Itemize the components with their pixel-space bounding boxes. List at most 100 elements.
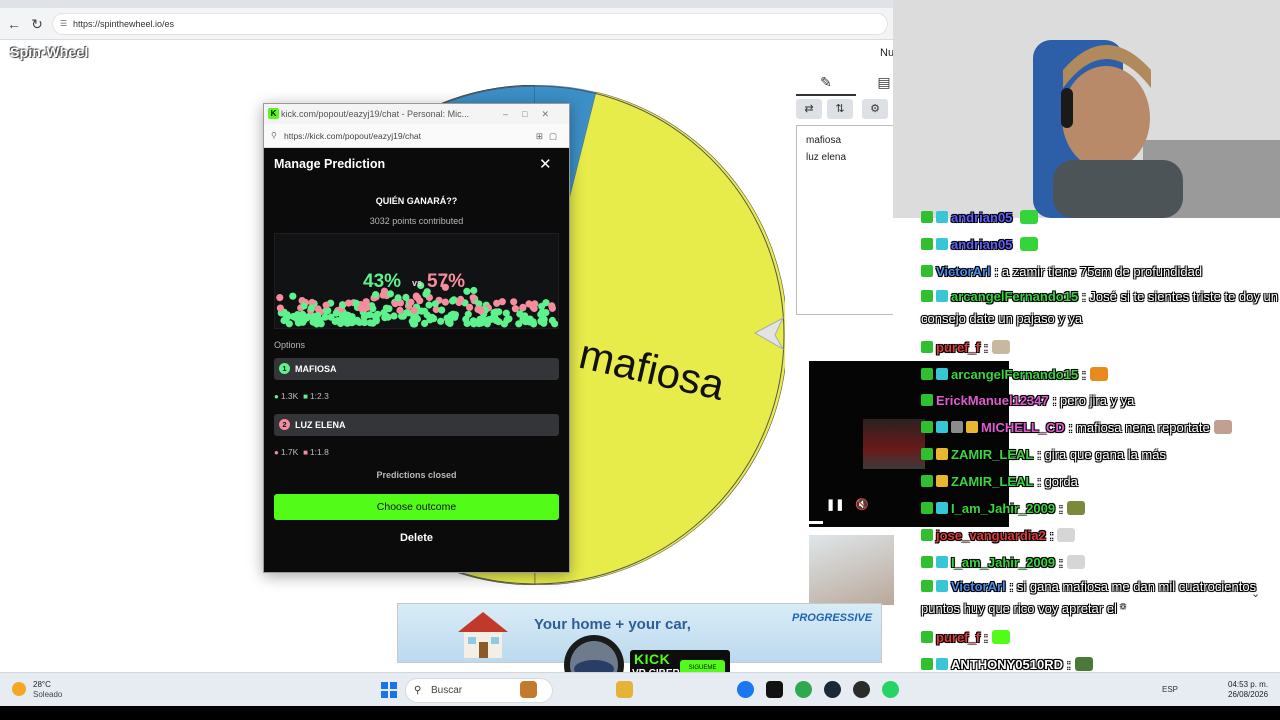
bubble-dot [283,313,291,321]
pause-icon[interactable]: ❚❚ [826,498,844,511]
site-logo[interactable]: Spin•Wheel [10,44,88,60]
popup-window-title: kick.com/popout/eazyj19/chat - Personal:… [281,109,470,119]
emote-icon [1074,657,1093,671]
bubble-dot [390,312,398,320]
bubble-dot [317,320,325,328]
bubble-dot [520,314,528,322]
chevron-down-icon[interactable]: ⌄ [1251,587,1260,600]
address-bar[interactable]: ☰ https://spinthewheel.io/es [52,13,888,35]
clock[interactable]: 04:53 p. m. 26/08/2026 [1228,680,1268,700]
pencil-icon[interactable]: ✎ [816,70,836,94]
bubble-dot [457,295,465,303]
points-contributed: 3032 points contributed [369,216,464,226]
bubble-dot [343,316,351,324]
entry-item: luz elena [806,152,847,163]
bubble-dot [448,297,457,305]
shuffle-icon[interactable]: ⇄ [796,99,822,119]
popup-titlebar[interactable]: K kick.com/popout/eazyj19/chat - Persona… [264,104,569,124]
bottom-letterbox [0,706,1280,720]
chat-username[interactable]: VictorArl [951,579,1006,594]
reload-icon[interactable]: ↻ [27,14,47,34]
start-icon[interactable] [381,682,397,698]
bubble-dot [289,292,297,300]
chat-username[interactable]: arcangelFernando15 [951,367,1078,382]
video-progress[interactable] [809,521,823,524]
close-icon[interactable]: ✕ [539,155,552,173]
bubble-dot [372,312,380,320]
chat-username[interactable]: andrian05 [951,237,1012,252]
chat-username[interactable]: ZAMIR_LEAL [951,474,1033,489]
bubble-dot [466,303,474,311]
emote-icon [1213,420,1232,434]
browser-tab-strip[interactable] [0,0,893,8]
chat-message: andrian05 [921,232,1280,258]
chat-username[interactable]: andrian05 [951,210,1012,225]
bubble-dot [276,304,284,312]
settings-icon[interactable]: ⚙ [862,99,888,119]
weather-widget[interactable]: 28°C Soleado [12,679,82,701]
mute-icon[interactable]: 🔇 [855,498,869,511]
chat-text: : [1066,657,1071,672]
language-indicator[interactable]: ESP [1162,685,1178,694]
chat-text: : [984,630,988,645]
tiktok-icon[interactable] [766,681,783,698]
choose-outcome-button[interactable]: Choose outcome [274,494,559,520]
chat-username[interactable]: ErickManuel12347 [936,393,1049,408]
chat-username[interactable]: I_am_Jahir_2009 [951,501,1055,516]
bubble-dot [519,303,527,311]
steam-icon[interactable] [824,681,841,698]
option-stats: ● 1.3K ■ 1:2.3 [274,391,329,401]
side-photo [809,535,894,605]
kick-badge-icon [921,238,933,250]
bubble-dot [425,301,433,309]
bubble-dot [293,311,302,319]
window-controls[interactable]: –□✕ [503,104,563,124]
site-info-icon[interactable]: ☰ [60,14,67,34]
emote-icon [1066,501,1085,515]
clipboard-icon[interactable]: ▤ [874,70,894,94]
entries-textarea[interactable]: mafiosa luz elena [796,125,893,315]
kick-banner-word: KICK [634,651,671,667]
option-luz-elena[interactable]: 2 LUZ ELENA [274,414,559,436]
read-aloud-icon[interactable]: ⊞▢ [536,124,563,148]
lock-icon: ⚲ [271,131,277,140]
obs-icon[interactable] [853,681,870,698]
weather-desc: Soleado [33,690,63,699]
whatsapp-icon[interactable] [882,681,899,698]
emote-icon [1020,210,1039,224]
bubble-dot [421,319,429,327]
chat-text: : [1049,528,1054,543]
delete-button[interactable]: Delete [264,532,569,544]
chat-username[interactable]: ZAMIR_LEAL [951,447,1033,462]
bubble-dot [451,313,459,321]
tier-badge-icon [936,502,948,514]
users-icon: ● [274,392,279,401]
chat-username[interactable]: jose_vanguardia2 [936,528,1046,543]
chrome-icon[interactable] [795,681,812,698]
crown-badge-icon [966,421,978,433]
files-icon[interactable] [616,681,633,698]
bubble-dot [363,304,371,312]
facebook-icon[interactable] [737,681,754,698]
arrow-left-icon[interactable]: ← [4,14,24,34]
emote-icon [991,630,1010,644]
sort-icon[interactable]: ⇅ [827,99,853,119]
weather-temp: 28°C [33,680,51,689]
bubble-dot [402,293,410,301]
chat-username[interactable]: I_am_Jahir_2009 [951,555,1055,570]
chat-username[interactable]: ANTHONY0510RD [951,657,1063,672]
chat-username[interactable]: puref_f [936,340,980,355]
option-mafiosa[interactable]: 1 MAFIOSA [274,358,559,380]
chat-username[interactable]: VictorArl [936,264,991,279]
emote-icon [1066,555,1085,569]
header-menu-item[interactable]: Nu [880,47,894,59]
bubble-dot [537,318,545,326]
chat-username[interactable]: arcangelFernando15 [951,289,1078,304]
chat-username[interactable]: puref_f [936,630,980,645]
edge-icon[interactable] [520,681,537,698]
option-users: 1.7K [280,447,299,457]
chat-username[interactable]: MICHELL_CD [981,420,1065,435]
option-a-percent: 43% [363,271,402,292]
tier-badge-icon [936,421,948,433]
popup-address-bar[interactable]: ⚲ https://kick.com/popout/eazyj19/chat ⊞… [264,124,569,148]
